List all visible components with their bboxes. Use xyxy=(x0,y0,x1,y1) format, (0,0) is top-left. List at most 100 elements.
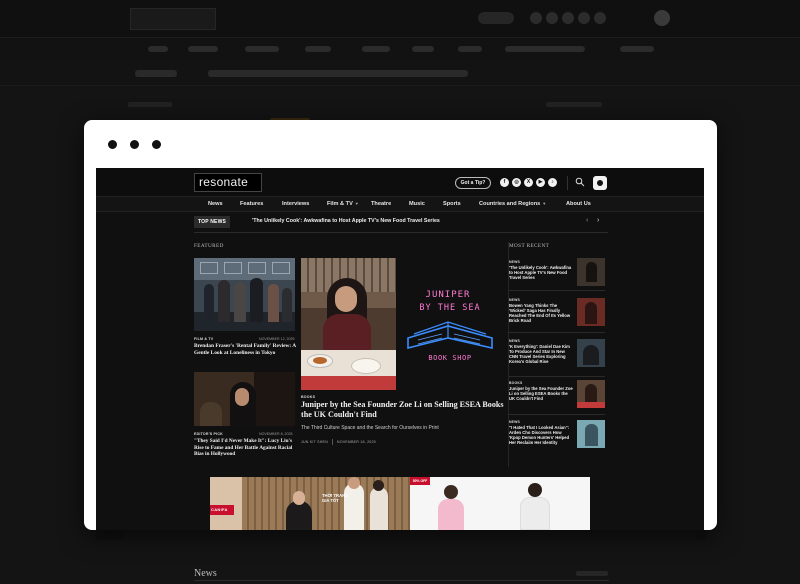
moon-icon xyxy=(597,180,603,186)
background-ticker-text xyxy=(208,70,468,77)
recent-title: 'K Everything': Daniel Dae Kim To Produc… xyxy=(509,344,570,365)
background-recent-label xyxy=(546,102,602,107)
main-article-subtitle: The Third Culture Space and the Search f… xyxy=(301,425,439,431)
recent-thumbnail xyxy=(577,298,605,326)
recent-title: 'The Unlikely Cook': Awkwafina to Host A… xyxy=(509,265,572,281)
background-divider xyxy=(194,580,609,581)
divider xyxy=(509,376,605,377)
recent-thumbnail xyxy=(577,258,605,286)
theme-toggle-button[interactable] xyxy=(593,176,607,190)
instagram-icon[interactable]: ◎ xyxy=(512,178,521,187)
featured-label: FEATURED xyxy=(194,243,224,249)
recent-title: Bowen Yang Thinks The 'Wicked' Saga Has … xyxy=(509,303,571,324)
article-image-lucy-liu[interactable] xyxy=(194,372,295,426)
recent-item[interactable]: NEWS 'K Everything': Daniel Dae Kim To P… xyxy=(509,337,605,377)
background-header xyxy=(0,0,800,38)
background-social-dot xyxy=(562,12,574,24)
author-name[interactable]: JUN KIT SHEN xyxy=(301,440,328,444)
nav-film-tv-label: Film & TV xyxy=(327,201,353,207)
main-nav: News Features Interviews Film & TV ▼ Thea… xyxy=(96,196,704,212)
divider xyxy=(509,414,605,415)
ticker-headline[interactable]: 'The Unlikely Cook': Awkwafina to Host A… xyxy=(252,218,440,224)
recent-item[interactable]: NEWS Bowen Yang Thinks The 'Wicked' Saga… xyxy=(509,296,605,336)
recent-item[interactable]: NEWS 'The Unlikely Cook': Awkwafina to H… xyxy=(509,258,605,298)
main-article-byline: JUN KIT SHEN NOVEMBER 18, 2025 xyxy=(301,439,376,445)
recent-thumbnail xyxy=(577,380,605,408)
ad-product-panel: 50% OFF xyxy=(410,477,590,530)
window-dot[interactable] xyxy=(130,140,139,149)
nav-features[interactable]: Features xyxy=(240,201,263,207)
article-image-rental-family[interactable] xyxy=(194,258,295,331)
ad-brand: CANIFA xyxy=(211,507,228,512)
top-news-ticker: TOP NEWS 'The Unlikely Cook': Awkwafina … xyxy=(194,216,608,228)
background-social-dot xyxy=(594,12,606,24)
x-icon[interactable]: X xyxy=(524,178,533,187)
search-icon[interactable] xyxy=(575,177,585,187)
background-section-title: News xyxy=(194,568,217,579)
facebook-icon[interactable]: f xyxy=(500,178,509,187)
window-controls xyxy=(108,140,161,149)
chevron-down-icon: ▼ xyxy=(354,201,359,206)
recent-category: NEWS xyxy=(509,260,520,264)
article-title[interactable]: "They Said I'd Never Make It": Lucy Liu'… xyxy=(194,438,298,458)
svg-text:BY THE SEA: BY THE SEA xyxy=(419,303,480,313)
chevron-right-icon[interactable]: › xyxy=(597,217,599,224)
background-nav-item xyxy=(505,46,585,52)
ad-photo: THỜI TRANG GIA TỐT xyxy=(242,477,410,530)
nav-theatre[interactable]: Theatre xyxy=(371,201,391,207)
background-nav-item xyxy=(148,46,168,52)
nav-about-us[interactable]: About Us xyxy=(566,201,591,207)
svg-text:BOOK SHOP: BOOK SHOP xyxy=(428,354,471,362)
article-title[interactable]: Brendan Fraser's 'Rental Family' Review:… xyxy=(194,343,296,357)
ad-badge: 50% OFF xyxy=(410,477,430,485)
byline-divider xyxy=(331,439,333,445)
divider xyxy=(194,232,608,233)
nav-film-tv[interactable]: Film & TV ▼ xyxy=(327,201,359,207)
article-category[interactable]: EDITOR'S PICK xyxy=(194,432,223,436)
recent-item[interactable]: NEWS "I Hated That I Looked Asian": Arde… xyxy=(509,418,605,462)
background-social-dot xyxy=(578,12,590,24)
nav-news[interactable]: News xyxy=(208,201,223,207)
nav-sports[interactable]: Sports xyxy=(443,201,461,207)
site-logo[interactable]: resonate xyxy=(194,173,262,192)
background-social-dot xyxy=(546,12,558,24)
advertisement-banner[interactable]: CANIFA THỜI TRANG GIA TỐT 50% OFF xyxy=(210,477,590,530)
article-date: NOVEMBER 18, 2025 xyxy=(336,440,376,444)
got-a-tip-button[interactable]: Got a Tip? xyxy=(455,177,491,189)
background-logo xyxy=(130,8,216,30)
nav-music[interactable]: Music xyxy=(409,201,425,207)
browser-window: resonate Got a Tip? f ◎ X ▶ ♪ News Featu… xyxy=(84,120,717,530)
chevron-down-icon: ▼ xyxy=(542,201,547,206)
recent-title: Juniper by the Sea Founder Zoe Li on Sel… xyxy=(509,386,573,402)
nav-countries-regions[interactable]: Countries and Regions ▼ xyxy=(479,201,546,207)
window-dot[interactable] xyxy=(152,140,161,149)
article-image-zoe-li[interactable] xyxy=(301,258,396,390)
website-viewport: resonate Got a Tip? f ◎ X ▶ ♪ News Featu… xyxy=(96,168,704,530)
background-nav-item xyxy=(245,46,279,52)
recent-category: NEWS xyxy=(509,339,520,343)
most-recent-label: MOST RECENT xyxy=(509,243,550,249)
main-article-title[interactable]: Juniper by the Sea Founder Zoe Li on Sel… xyxy=(301,400,511,420)
background-nav-item xyxy=(412,46,434,52)
recent-category: NEWS xyxy=(509,420,520,424)
nav-countries-regions-label: Countries and Regions xyxy=(479,201,541,207)
site-header: resonate Got a Tip? f ◎ X ▶ ♪ xyxy=(96,168,704,196)
article-category[interactable]: FILM & TV xyxy=(194,337,213,341)
background-ticker-label xyxy=(135,70,177,77)
chevron-left-icon[interactable]: ‹ xyxy=(586,217,588,224)
recent-category: NEWS xyxy=(509,298,520,302)
ad-headline: THỜI TRANG GIA TỐT xyxy=(322,493,349,504)
background-more-link xyxy=(576,571,608,576)
juniper-neon-sign-logo: JUNIPER BY THE SEA BOOK SHOP xyxy=(407,290,493,362)
tiktok-icon[interactable]: ♪ xyxy=(548,178,557,187)
article-date: NOVEMBER 12, 2025 xyxy=(259,337,295,341)
recent-category: BOOKS xyxy=(509,381,523,385)
nav-interviews[interactable]: Interviews xyxy=(282,201,309,207)
youtube-icon[interactable]: ▶ xyxy=(536,178,545,187)
window-dot[interactable] xyxy=(108,140,117,149)
article-category[interactable]: BOOKS xyxy=(301,395,315,399)
recent-title: "I Hated That I Looked Asian": Arden Cho… xyxy=(509,425,570,446)
ticker-label: TOP NEWS xyxy=(194,216,230,228)
background-theme-dot xyxy=(654,10,670,26)
recent-thumbnail xyxy=(577,420,605,448)
